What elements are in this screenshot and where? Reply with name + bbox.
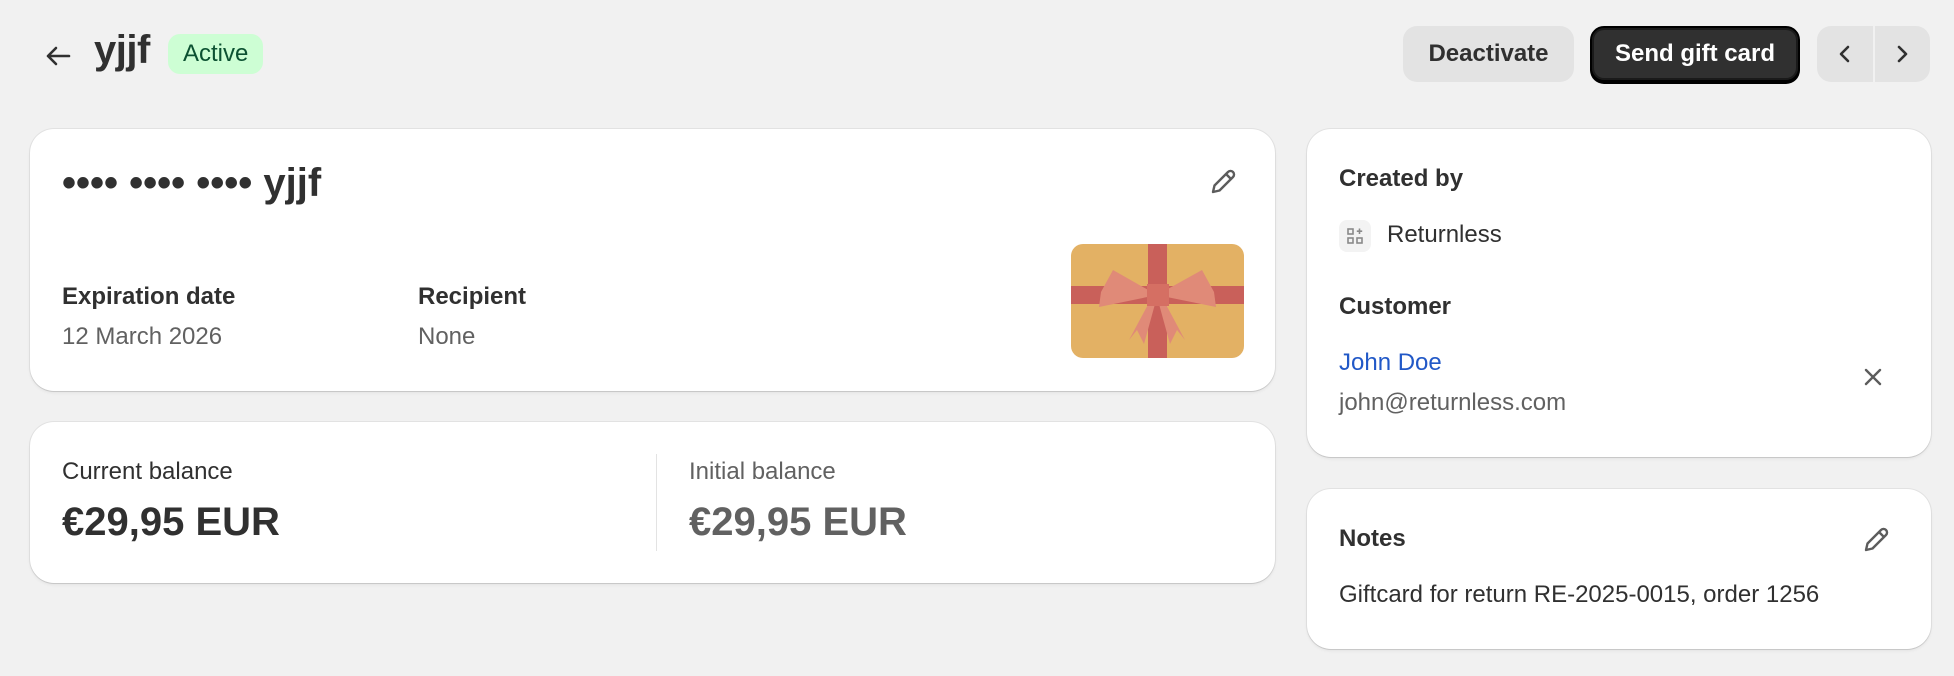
page-title: yjjf — [94, 28, 150, 72]
edit-code-button[interactable] — [1206, 165, 1240, 199]
initial-balance-value: €29,95 EUR — [689, 500, 907, 544]
apps-icon — [1339, 220, 1371, 252]
current-balance-label: Current balance — [62, 458, 233, 485]
balance-card: Current balance €29,95 EUR Initial balan… — [30, 422, 1275, 583]
current-balance-value: €29,95 EUR — [62, 500, 280, 544]
masked-gift-card-code: •••• •••• •••• yjjf — [62, 161, 322, 205]
remove-customer-button[interactable] — [1859, 363, 1887, 391]
chevron-left-icon — [1839, 45, 1850, 63]
deactivate-button[interactable]: Deactivate — [1403, 26, 1574, 82]
customer-name-link[interactable]: John Doe — [1339, 349, 1442, 377]
initial-balance-label: Initial balance — [689, 458, 836, 485]
next-button[interactable] — [1872, 26, 1931, 82]
gift-card-image — [1071, 244, 1244, 358]
created-by-card: Created by Returnless Customer John Doe … — [1307, 129, 1931, 457]
pencil-icon — [1864, 527, 1889, 552]
customer-label: Customer — [1339, 293, 1452, 320]
previous-button[interactable] — [1817, 26, 1873, 82]
close-icon — [1864, 368, 1882, 386]
gift-card-details-card: •••• •••• •••• yjjf Expiration date 12 M… — [30, 129, 1275, 391]
notes-card: Notes Giftcard for return RE-2025-0015, … — [1307, 489, 1931, 649]
balance-divider — [656, 454, 657, 551]
pagination-group — [1817, 26, 1930, 82]
page-header: yjjf Active Deactivate Send gift card — [0, 0, 1954, 108]
notes-label: Notes — [1339, 525, 1406, 552]
arrow-left-icon — [46, 46, 71, 66]
edit-notes-button[interactable] — [1859, 523, 1893, 557]
recipient-value: None — [418, 323, 476, 350]
notes-text: Giftcard for return RE-2025-0015, order … — [1339, 581, 1820, 608]
recipient-label: Recipient — [418, 283, 527, 310]
chevron-right-icon — [1897, 45, 1908, 63]
back-button[interactable] — [38, 36, 78, 76]
pencil-icon — [1211, 169, 1236, 194]
created-by-label: Created by — [1339, 165, 1464, 192]
send-gift-card-button[interactable]: Send gift card — [1590, 26, 1800, 82]
expiration-date-value: 12 March 2026 — [62, 323, 223, 350]
customer-email: john@returnless.com — [1339, 389, 1567, 416]
created-by-app: Returnless — [1387, 221, 1502, 248]
expiration-date-label: Expiration date — [62, 283, 236, 310]
status-badge: Active — [168, 34, 264, 74]
